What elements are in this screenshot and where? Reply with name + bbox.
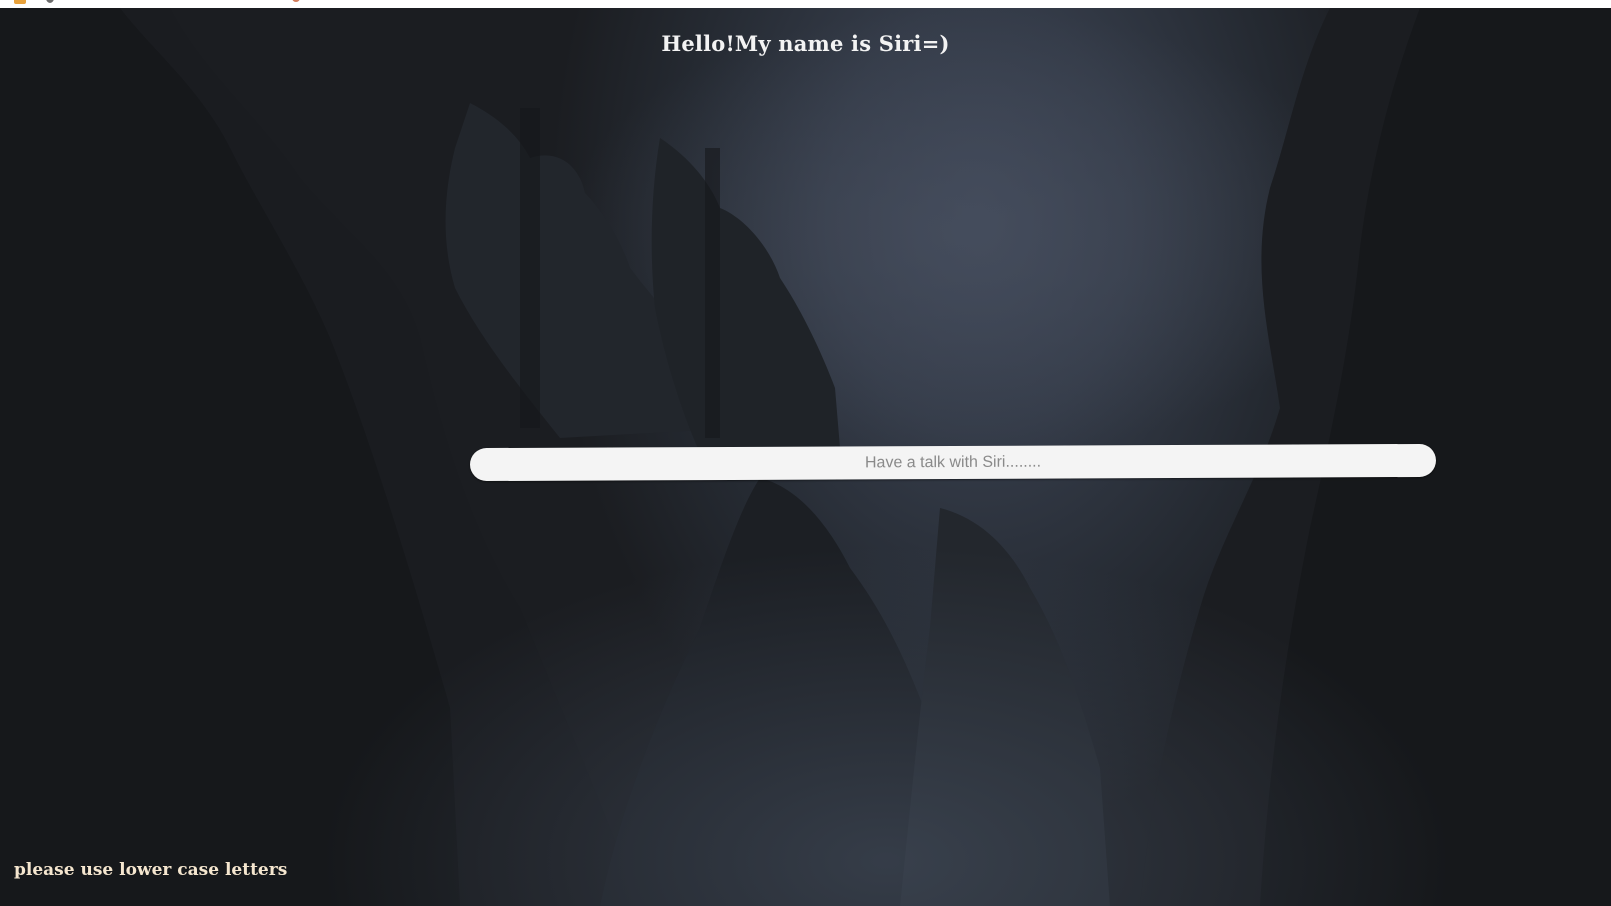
- favicon-icon: [14, 0, 26, 4]
- page-title: Hello!My name is Siri=): [661, 31, 950, 56]
- chat-input[interactable]: [469, 443, 1437, 482]
- bookmark-glyph-icon: [46, 0, 54, 3]
- lowercase-hint: please use lower case letters: [14, 860, 288, 880]
- siri-page: Hello!My name is Siri=) please use lower…: [0, 0, 1611, 906]
- status-dot-icon: [292, 0, 300, 2]
